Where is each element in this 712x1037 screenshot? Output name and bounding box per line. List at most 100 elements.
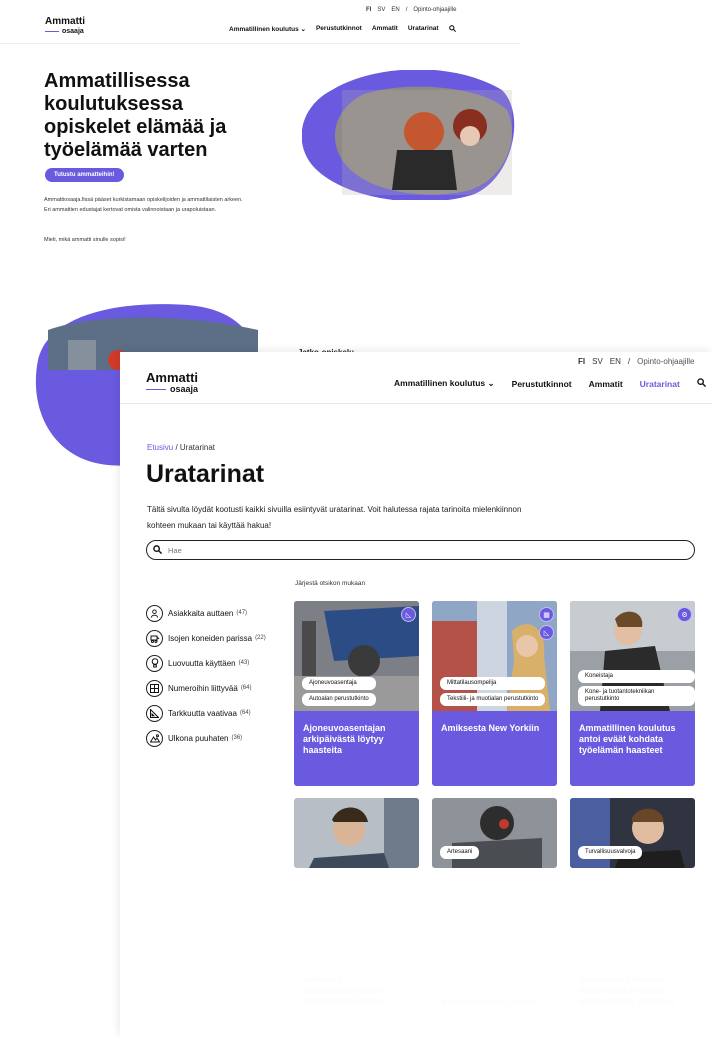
- story-card[interactable]: ▦: [294, 798, 419, 868]
- counselor-link[interactable]: Opinto-ohjaajille: [637, 357, 694, 366]
- lang-sv[interactable]: SV: [592, 357, 603, 366]
- story-card[interactable]: ▦ ◺ Mittatilausompelija Tekstiili- ja mu…: [432, 601, 557, 786]
- logo-line2: osaaja: [146, 385, 198, 394]
- story-card[interactable]: ◯ ▦ ◺ Artesaani: [432, 798, 557, 868]
- nav-item-professions[interactable]: Ammatit: [372, 25, 398, 34]
- filter-machines[interactable]: Isojen koneiden parissa (22): [146, 629, 266, 647]
- logo-line2-text: osaaja: [170, 384, 199, 394]
- story-card[interactable]: ⚙ Koneistaja Kone- ja tuotantotekniikan …: [570, 601, 695, 786]
- logo-line1: Ammatti: [146, 370, 199, 385]
- filter-count: (47): [236, 610, 248, 616]
- ruler-icon: [146, 704, 163, 722]
- search-box: [146, 540, 695, 560]
- card-tags: Koneistaja Kone- ja tuotantotekniikan pe…: [578, 670, 695, 706]
- filter-label: Numeroihin liittyvää: [168, 683, 238, 693]
- search-icon: [153, 541, 163, 559]
- tag-profession[interactable]: Mittatilausompelija: [440, 677, 546, 690]
- nav-item-professions[interactable]: Ammatit: [589, 379, 623, 389]
- ruler-icon: ◺: [539, 625, 554, 640]
- nav-item-degrees[interactable]: Perustutkinnot: [512, 379, 572, 389]
- logo-bar: [146, 388, 166, 391]
- filter-label: Isojen koneiden parissa: [168, 633, 253, 643]
- filter-count: (22): [255, 635, 266, 641]
- hero-description-2: Mieti, mikä ammatti sinulle sopisi!: [44, 237, 126, 243]
- story-card[interactable]: ☺ Turvallisuusvalvoja: [570, 798, 695, 868]
- language-bar: FI SV EN / Opinto-ohjaajille: [578, 357, 695, 366]
- breadcrumb-separator: /: [173, 443, 180, 452]
- hero-image: [302, 70, 515, 200]
- story-card[interactable]: ◺ Ajoneuvoasentaja Autoalan perustutkint…: [294, 601, 419, 786]
- search-icon[interactable]: [697, 378, 706, 389]
- site-header: Ammatti osaaja Ammatillinen koulutus ⌄ P…: [0, 14, 520, 44]
- lang-fi[interactable]: FI: [366, 7, 371, 13]
- calculator-icon: [146, 679, 163, 697]
- card-caption: Amiksesta New Yorkiin: [441, 723, 540, 733]
- breadcrumb-current: Uratarinat: [179, 443, 216, 452]
- site-logo[interactable]: Ammatti osaaja: [146, 371, 198, 394]
- cta-button[interactable]: Tutustu ammatteihin!: [45, 168, 124, 182]
- search-icon[interactable]: [448, 25, 456, 34]
- site-header: Ammatti osaaja Ammatillinen koulutus ⌄ P…: [120, 368, 712, 404]
- main-nav: Ammatillinen koulutus ⌄ Perustutkinnot A…: [394, 378, 706, 389]
- filter-customers[interactable]: Asiakkaita auttaen (47): [146, 604, 266, 622]
- lang-en[interactable]: EN: [610, 357, 621, 366]
- filter-list: Asiakkaita auttaen (47) Isojen koneiden …: [146, 604, 266, 754]
- sort-by-title[interactable]: Järjestä otsikon mukaan: [295, 580, 365, 587]
- logo-line2: osaaja: [45, 28, 85, 35]
- site-logo[interactable]: Ammatti osaaja: [45, 17, 85, 35]
- ruler-icon: ◺: [401, 607, 416, 622]
- lang-fi[interactable]: FI: [578, 357, 585, 366]
- fade-overlay: [120, 867, 712, 1037]
- person-icon: [146, 604, 163, 622]
- filter-count: (43): [238, 660, 250, 666]
- lang-en[interactable]: EN: [391, 7, 399, 13]
- hero-description: Ammattiosaaja.fissä pääset kurkistamaan …: [44, 197, 243, 213]
- nav-item-stories[interactable]: Uratarinat: [408, 25, 439, 34]
- machine-icon: ⚙: [677, 607, 692, 622]
- stories-page: FI SV EN / Opinto-ohjaajille Ammatti osa…: [120, 352, 712, 1037]
- breadcrumb: Etusivu / Uratarinat: [147, 443, 215, 452]
- nav-item-label: Ammatillinen koulutus: [394, 378, 486, 388]
- card-caption: Ajoneuvoasentajan arkipäivästä löytyy ha…: [303, 723, 386, 755]
- filter-label: Luovuutta käyttäen: [168, 658, 236, 668]
- card-caption: Ammatillinen koulutus antoi eväät kohdat…: [579, 723, 676, 755]
- card-tags: Ajoneuvoasentaja Autoalan perustutkinto: [302, 677, 376, 706]
- filter-label: Tarkkuutta vaativaa: [168, 708, 237, 718]
- breadcrumb-home[interactable]: Etusivu: [147, 443, 173, 452]
- bulb-icon: [146, 654, 163, 672]
- chevron-down-icon: ⌄: [487, 378, 495, 388]
- tag-degree[interactable]: Tekstiili- ja muotialan perustutkinto: [440, 693, 546, 706]
- page-title: Uratarinat: [146, 460, 265, 488]
- tag-profession[interactable]: Turvallisuusvalvoja: [578, 846, 643, 859]
- tag-profession[interactable]: Koneistaja: [578, 670, 695, 683]
- tag-profession[interactable]: Artesaani: [440, 846, 480, 859]
- filter-outdoors[interactable]: Ulkona puuhaten (36): [146, 729, 266, 747]
- outdoor-icon: [146, 729, 163, 747]
- page-intro: Tältä sivulta löydät kootusti kaikki siv…: [147, 505, 522, 530]
- logo-line2-text: osaaja: [62, 28, 84, 35]
- card-photo: [294, 798, 419, 868]
- language-bar: FI SV EN / Opinto-ohjaajille: [366, 7, 456, 13]
- nav-item-stories[interactable]: Uratarinat: [640, 379, 680, 389]
- filter-count: (64): [240, 685, 252, 691]
- tag-profession[interactable]: Ajoneuvoasentaja: [302, 677, 376, 690]
- card-tags: Mittatilausompelija Tekstiili- ja muotia…: [440, 677, 546, 706]
- filter-count: (64): [239, 710, 251, 716]
- filter-creativity[interactable]: Luovuutta käyttäen (43): [146, 654, 266, 672]
- logo-line1: Ammatti: [45, 16, 86, 27]
- tag-degree[interactable]: Kone- ja tuotantotekniikan perustutkinto: [578, 686, 695, 706]
- search-input[interactable]: [168, 545, 568, 555]
- machine-icon: [146, 629, 163, 647]
- nav-item-vocational[interactable]: Ammatillinen koulutus ⌄: [229, 25, 306, 34]
- filter-precision[interactable]: Tarkkuutta vaativaa (64): [146, 704, 266, 722]
- filter-numbers[interactable]: Numeroihin liittyvää (64): [146, 679, 266, 697]
- filter-count: (36): [231, 735, 243, 741]
- filter-label: Asiakkaita auttaen: [168, 608, 234, 618]
- filter-label: Ulkona puuhaten: [168, 733, 229, 743]
- tag-degree[interactable]: Autoalan perustutkinto: [302, 693, 376, 706]
- nav-item-label: Ammatillinen koulutus: [229, 26, 299, 33]
- nav-item-degrees[interactable]: Perustutkinnot: [316, 25, 362, 34]
- lang-sv[interactable]: SV: [377, 7, 385, 13]
- nav-item-vocational[interactable]: Ammatillinen koulutus ⌄: [394, 378, 495, 389]
- counselor-link[interactable]: Opinto-ohjaajille: [413, 7, 456, 13]
